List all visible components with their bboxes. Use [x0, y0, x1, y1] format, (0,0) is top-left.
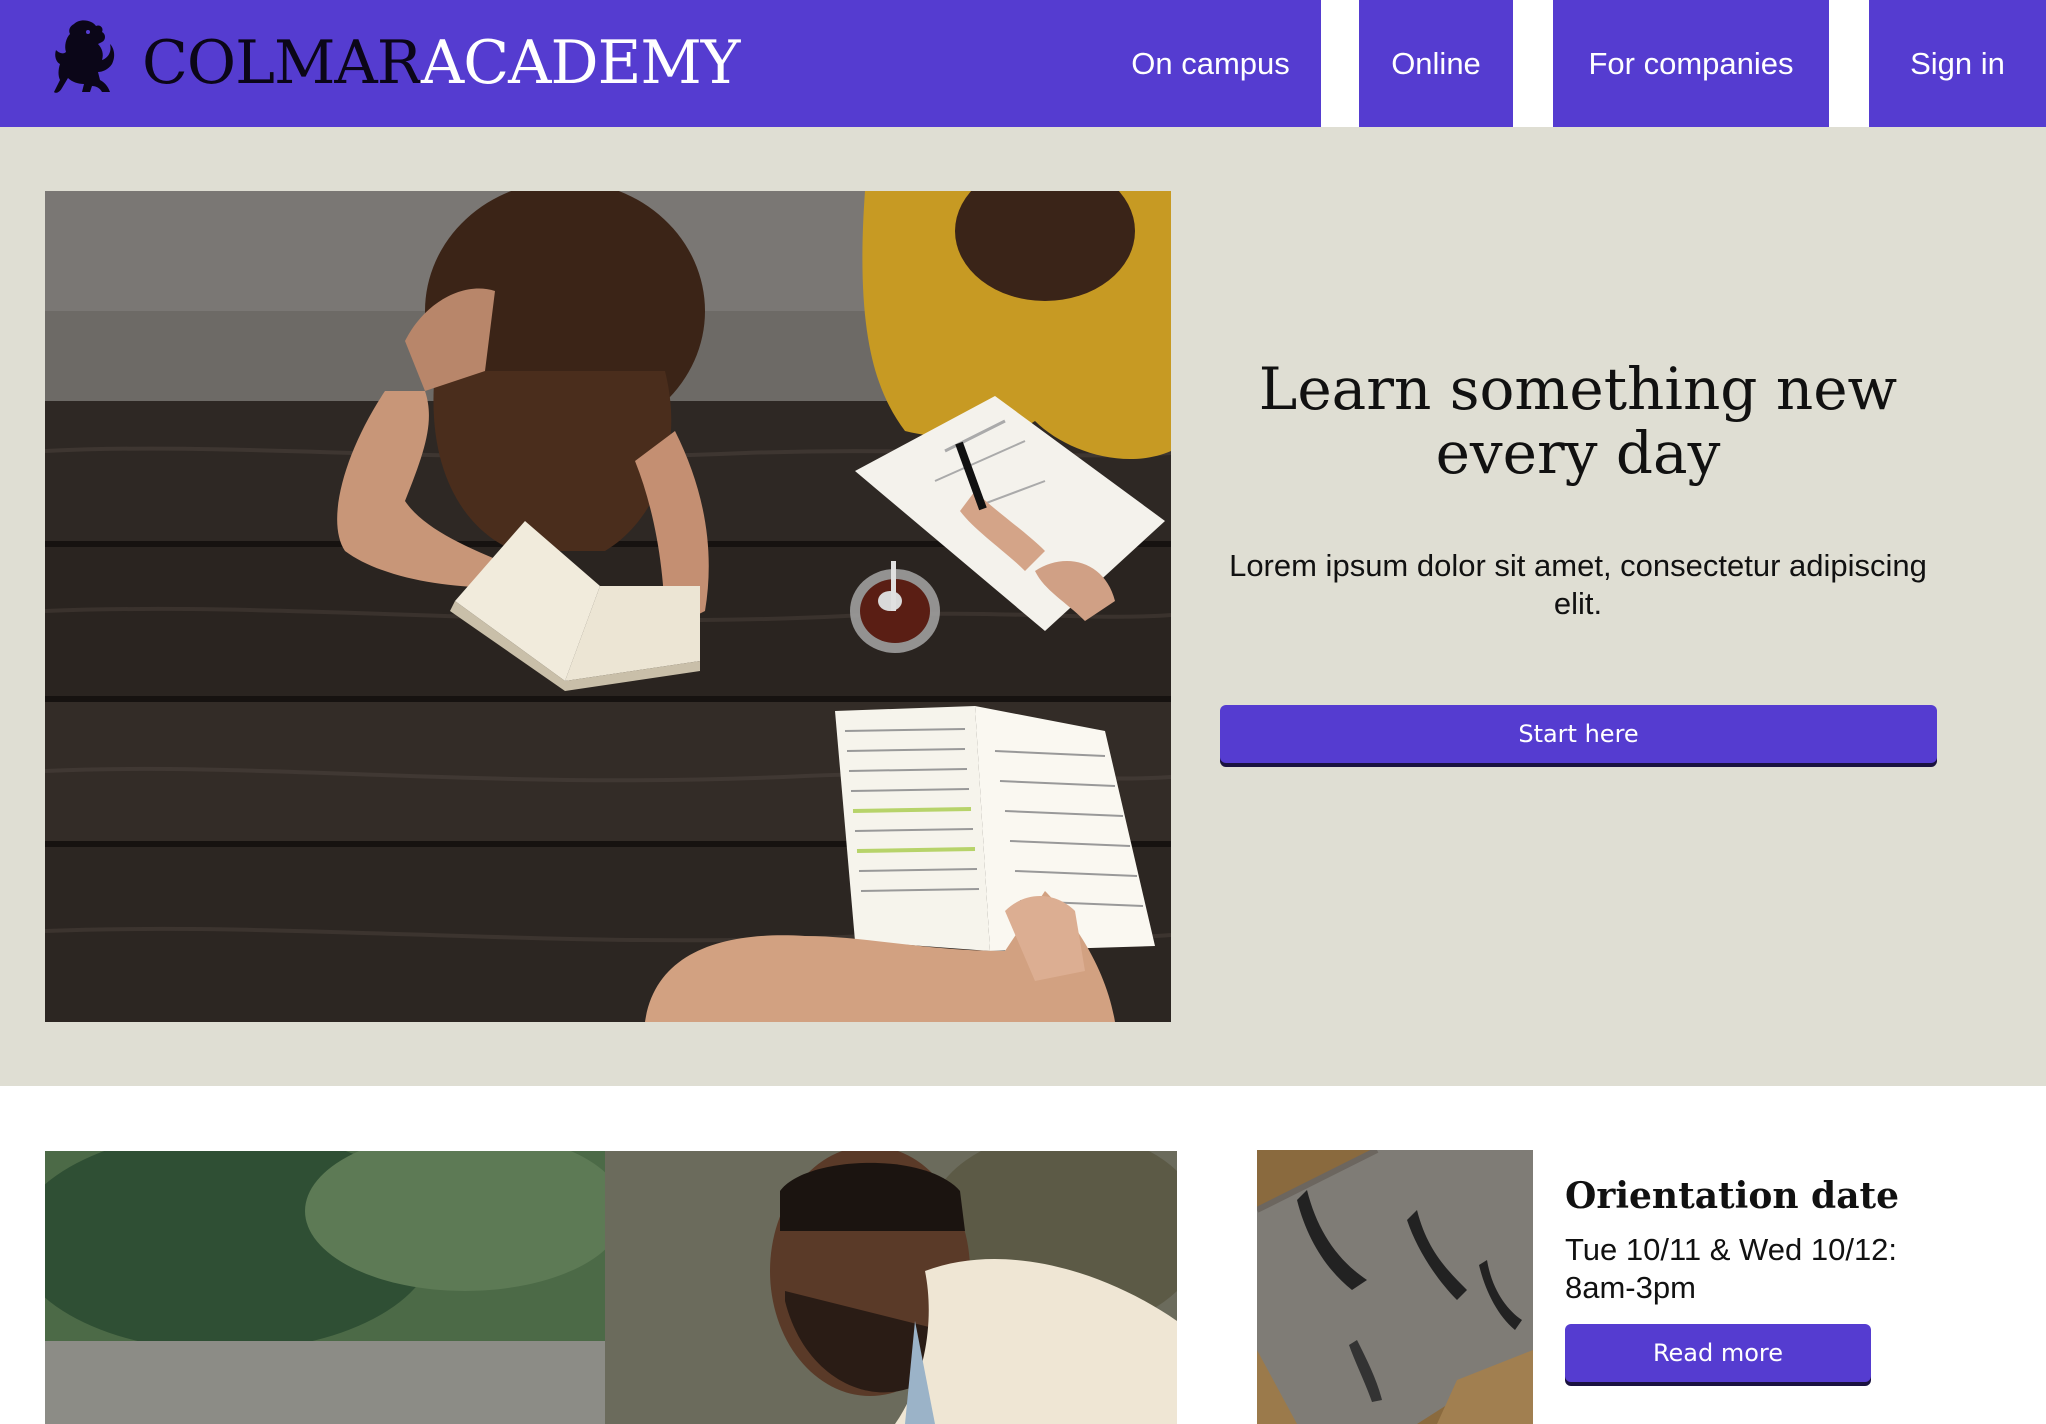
nav-online[interactable]: Online: [1359, 0, 1513, 127]
nav-for-companies[interactable]: For companies: [1553, 0, 1829, 127]
read-more-button[interactable]: Read more: [1565, 1324, 1871, 1382]
orientation-title: Orientation date: [1565, 1175, 1900, 1217]
nav-on-campus[interactable]: On campus: [1100, 0, 1321, 127]
orientation-thumbnail: [1257, 1150, 1533, 1424]
lower-section: Orientation date Tue 10/11 & Wed 10/12: …: [0, 1086, 2046, 1424]
site-header: COLMARACADEMY On campus Online For compa…: [0, 0, 2046, 127]
hero-photo: [45, 191, 1171, 1022]
orientation-dates: Tue 10/11 & Wed 10/12: 8am-3pm: [1565, 1232, 1898, 1305]
nav-sign-in[interactable]: Sign in: [1869, 0, 2046, 127]
lion-crest-icon[interactable]: [52, 18, 118, 96]
hero-description: Lorem ipsum dolor sit amet, consectetur …: [1229, 548, 1927, 621]
logo-part-colmar: COLMAR: [142, 28, 422, 98]
site-logo[interactable]: COLMARACADEMY: [142, 28, 741, 98]
start-here-button[interactable]: Start here: [1220, 705, 1937, 763]
logo-part-academy: ACADEMY: [420, 28, 741, 98]
feature-photo: [45, 1151, 1177, 1424]
hero-title: Learn something new every day: [1258, 355, 1898, 487]
hero-section: Learn something new every day Lorem ipsu…: [0, 127, 2046, 1086]
